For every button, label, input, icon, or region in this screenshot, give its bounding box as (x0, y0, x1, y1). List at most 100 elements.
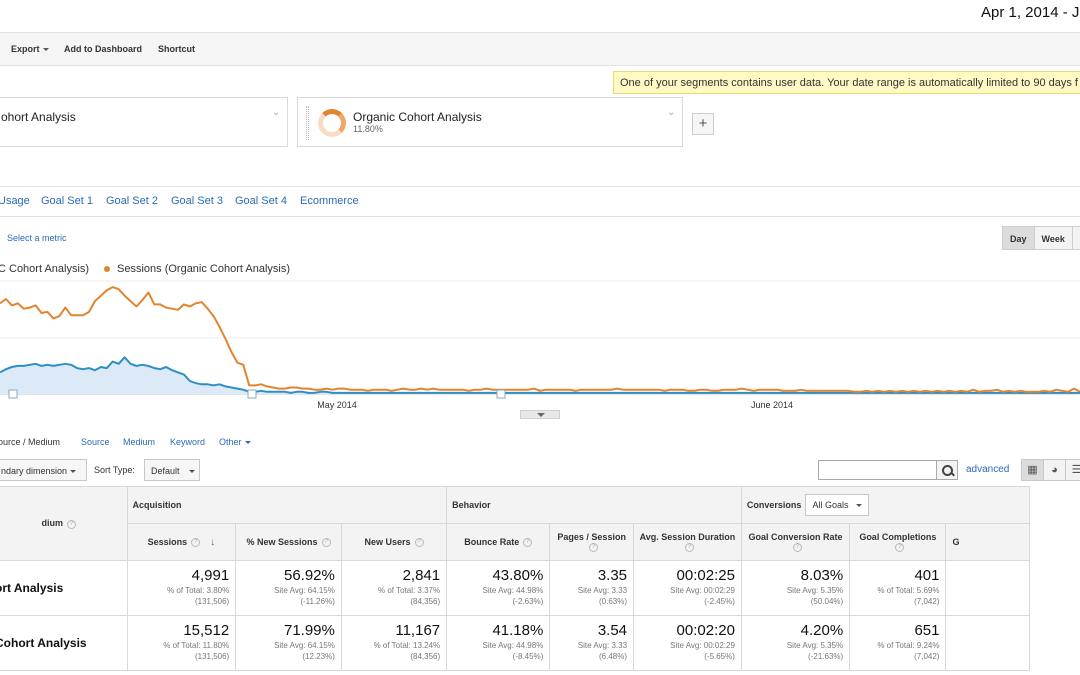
segment-card-1[interactable]: ohort Analysis ⌄ (0, 97, 288, 147)
segment-notice: One of your segments contains user data.… (613, 71, 1080, 94)
dim-keyword[interactable]: Keyword (170, 437, 205, 447)
week-button[interactable]: Week (1033, 226, 1073, 250)
cell-new-users: 11,167% of Total: 13.24% (84,356) (340, 615, 448, 671)
col-header-sessions[interactable]: Sessions? ↓ (126, 523, 237, 561)
col-header-new-sessions[interactable]: % New Sessions? (235, 523, 342, 561)
cell-sessions: 4,991% of Total: 3.80% (131,506) (126, 560, 237, 616)
help-icon[interactable]: ? (523, 538, 533, 548)
row-label: Cohort Analysis (0, 615, 128, 671)
x-tick-label: June 2014 (751, 400, 793, 410)
dim-source[interactable]: Source (81, 437, 110, 447)
legend-series-2: Sessions (Organic Cohort Analysis) (104, 263, 290, 275)
dim-medium[interactable]: Medium (123, 437, 155, 447)
help-icon[interactable]: ? (414, 538, 424, 548)
sort-type-select[interactable]: Default (144, 459, 200, 481)
chevron-down-icon (244, 441, 251, 445)
sort-type-label: Sort Type: (94, 465, 135, 475)
col-header-goal-value[interactable]: G (945, 523, 1030, 561)
chevron-down-icon (70, 470, 77, 474)
table-row: Cohort Analysis 15,512% of Total: 11.80%… (0, 615, 1030, 671)
col-header-pages-session[interactable]: Pages / Session? (549, 523, 635, 561)
conversions-group-header: Conversions All Goals (740, 486, 1031, 524)
segment-name: Organic Cohort Analysis (353, 110, 482, 124)
segment-percent: 11.80% (353, 124, 383, 134)
cell-bounce-rate: 41.18% Site Avg: 44.98% (-8.45%) (446, 615, 551, 671)
tab-goal-set-4[interactable]: Goal Set 4 (235, 195, 287, 207)
grid-view-icon[interactable]: ▦ (1021, 459, 1044, 481)
segment-card-2[interactable]: Organic Cohort Analysis 11.80% ⌄ (297, 97, 683, 147)
divider (0, 216, 1080, 217)
tab-ecommerce[interactable]: Ecommerce (300, 195, 359, 207)
tab-goal-set-3[interactable]: Goal Set 3 (171, 195, 223, 207)
time-granularity: Day Week M (1002, 226, 1080, 250)
goals-select[interactable]: All Goals (805, 494, 870, 516)
help-icon[interactable]: ? (191, 537, 201, 547)
table-view-switcher: ▦ ◕ ☰ (1021, 459, 1080, 481)
series-area-cohort (0, 357, 1080, 394)
export-button[interactable]: Export (11, 44, 49, 54)
segment-name: ohort Analysis (1, 110, 76, 124)
col-header-bounce-rate[interactable]: Bounce Rate? (446, 523, 551, 561)
chevron-down-icon (188, 470, 195, 474)
acquisition-group-header: Acquisition (126, 486, 448, 524)
chart-collapse-handle[interactable] (520, 410, 560, 419)
x-tick-label: May 2014 (317, 400, 357, 410)
date-range[interactable]: Apr 1, 2014 - Ju (975, 2, 1080, 23)
annotation-marker (247, 389, 257, 399)
series-dot-icon (104, 266, 110, 273)
help-icon[interactable]: ? (67, 519, 76, 529)
legend-series-1: C Cohort Analysis) (0, 263, 90, 275)
chevron-down-icon[interactable]: ⌄ (667, 107, 675, 118)
cell-new-users: 2,841% of Total: 3.37% (84,356) (340, 560, 448, 616)
col-header-new-users[interactable]: New Users? (340, 523, 448, 561)
cell-goal-conversion-rate: 8.03% Site Avg: 5.35% (50.04%) (740, 560, 851, 616)
chevron-down-icon (42, 48, 49, 52)
drag-handle-icon[interactable] (306, 106, 309, 140)
dim-other[interactable]: Other (219, 437, 251, 447)
search-icon[interactable] (936, 460, 958, 480)
shortcut-button[interactable]: Shortcut (158, 44, 195, 54)
table-search-input[interactable] (818, 460, 937, 480)
cell-pages-session: 3.54 Site Avg: 3.33 (6.48%) (549, 615, 635, 671)
cell-goal-completions: 401% of Total: 5.69% (7,042) (849, 560, 947, 616)
sessions-chart: May 2014 June 2014 (0, 280, 1080, 410)
month-button[interactable]: M (1071, 226, 1080, 250)
bar-view-icon[interactable]: ☰ (1065, 459, 1080, 481)
help-icon[interactable]: ? (793, 543, 803, 553)
pie-view-icon[interactable]: ◕ (1043, 459, 1066, 481)
cell-pages-session: 3.35 Site Avg: 3.33 (0.63%) (549, 560, 635, 616)
select-metric-link[interactable]: Select a metric (7, 233, 67, 243)
add-to-dashboard-button[interactable]: Add to Dashboard (64, 44, 142, 54)
col-header-avg-duration[interactable]: Avg. Session Duration? (633, 523, 742, 561)
day-button[interactable]: Day (1002, 226, 1035, 250)
chevron-down-icon[interactable]: ⌄ (272, 107, 280, 118)
cell-avg-duration: 00:02:20 Site Avg: 00:02:29 (-5.65%) (633, 615, 742, 671)
add-segment-button[interactable]: + (692, 113, 714, 135)
divider (0, 186, 1080, 187)
help-icon[interactable]: ? (684, 543, 694, 553)
dim-source-medium[interactable]: ource / Medium (0, 437, 60, 447)
cell-new-sessions: 56.92% Site Avg: 64.15% (-11.26%) (235, 560, 342, 616)
annotation-marker (8, 389, 18, 399)
cell-goal-conversion-rate: 4.20% Site Avg: 5.35% (-21.63%) (740, 615, 851, 671)
chevron-down-icon (856, 504, 863, 508)
help-icon[interactable]: ? (321, 538, 331, 548)
tab-goal-set-2[interactable]: Goal Set 2 (106, 195, 158, 207)
segment-donut-icon (318, 109, 346, 137)
table-row: ort Analysis 4,991% of Total: 3.80% (131,… (0, 560, 1030, 616)
cell-goal-value (945, 615, 1030, 671)
help-icon[interactable]: ? (895, 543, 905, 553)
tab-goal-set-1[interactable]: Goal Set 1 (41, 195, 93, 207)
cell-new-sessions: 71.99% Site Avg: 64.15% (12.23%) (235, 615, 342, 671)
col-header-goal-completions[interactable]: Goal Completions? (849, 523, 947, 561)
tab-usage[interactable]: Usage (0, 195, 30, 207)
advanced-filter-link[interactable]: advanced (966, 464, 1009, 475)
sort-desc-icon[interactable]: ↓ (210, 537, 215, 548)
secondary-dimension-select[interactable]: ndary dimension (0, 459, 87, 481)
dimension-column-header[interactable]: dium? (0, 486, 128, 561)
cell-goal-completions: 651% of Total: 9.24% (7,042) (849, 615, 947, 671)
cell-bounce-rate: 43.80% Site Avg: 44.98% (-2.63%) (446, 560, 551, 616)
help-icon[interactable]: ? (589, 543, 599, 553)
col-header-goal-conversion-rate[interactable]: Goal Conversion Rate? (740, 523, 851, 561)
cell-goal-value (945, 560, 1030, 616)
